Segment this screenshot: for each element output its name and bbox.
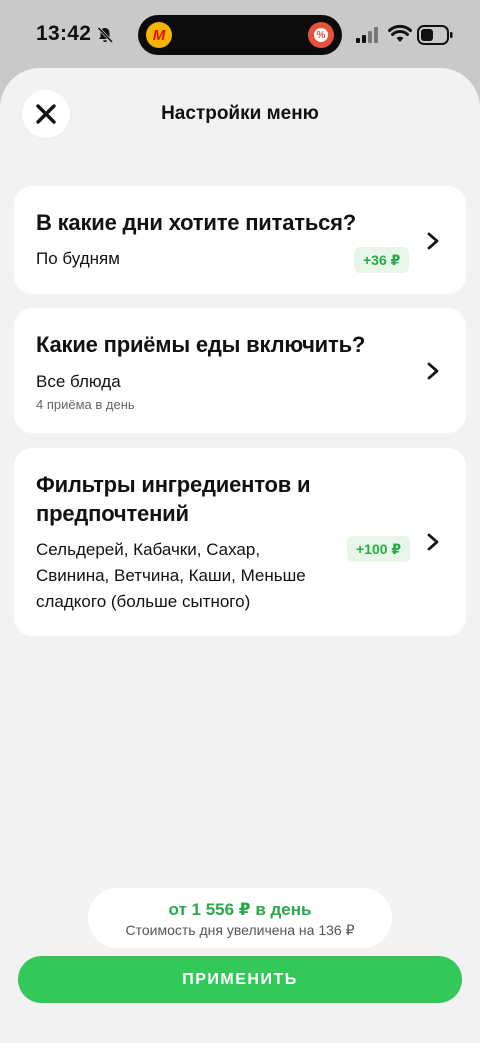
discount-icon-glyph: % bbox=[314, 28, 328, 42]
days-price-badge: +36 ₽ bbox=[354, 247, 410, 273]
page-title: Настройки меню bbox=[161, 103, 319, 124]
signal-icon bbox=[356, 27, 378, 43]
chevron-right-icon bbox=[427, 362, 439, 380]
filters-price-badge: +100 ₽ bbox=[347, 536, 411, 562]
days-card-title: В какие дни хотите питаться? bbox=[36, 210, 357, 235]
filters-card-value-line2: Свинина, Ветчина, Каши, Меньше bbox=[36, 566, 306, 585]
chevron-right-icon bbox=[427, 533, 439, 551]
daily-price-summary: от 1 556 ₽ в день Стоимость дня увеличен… bbox=[88, 888, 392, 948]
meals-card-subtitle: 4 приёма в день bbox=[36, 397, 135, 412]
price-increase-note: Стоимость дня увеличена на 136 ₽ bbox=[125, 922, 355, 938]
filters-card-value-line1: Сельдерей, Кабачки, Сахар, bbox=[36, 540, 261, 559]
dynamic-island: M % bbox=[138, 15, 342, 55]
discount-icon: % bbox=[308, 22, 334, 48]
daily-price: от 1 556 ₽ в день bbox=[168, 900, 312, 919]
filters-card-title-line1: Фильтры ингредиентов и bbox=[36, 472, 311, 497]
app-icon: M bbox=[146, 22, 172, 48]
chevron-right-icon bbox=[427, 232, 439, 250]
filters-card-value-line3: сладкого (больше сытного) bbox=[36, 592, 251, 611]
wifi-icon bbox=[388, 24, 412, 42]
meals-card[interactable]: Какие приёмы еды включить? Все блюда 4 п… bbox=[14, 308, 466, 433]
bell-slash-icon bbox=[97, 26, 114, 44]
battery-icon bbox=[417, 25, 453, 45]
ingredient-filters-card[interactable]: Фильтры ингредиентов и предпочтений Сель… bbox=[14, 448, 466, 636]
status-time: 13:42 bbox=[36, 22, 92, 45]
status-bar: 13:42 M % bbox=[0, 0, 480, 70]
days-card[interactable]: В какие дни хотите питаться? По будням +… bbox=[14, 186, 466, 294]
filters-card-title-line2: предпочтений bbox=[36, 501, 189, 526]
apply-button[interactable]: ПРИМЕНИТЬ bbox=[18, 956, 462, 1003]
meals-card-title: Какие приёмы еды включить? bbox=[36, 332, 366, 357]
meals-card-value: Все блюда bbox=[36, 372, 121, 391]
days-card-value: По будням bbox=[36, 249, 120, 268]
